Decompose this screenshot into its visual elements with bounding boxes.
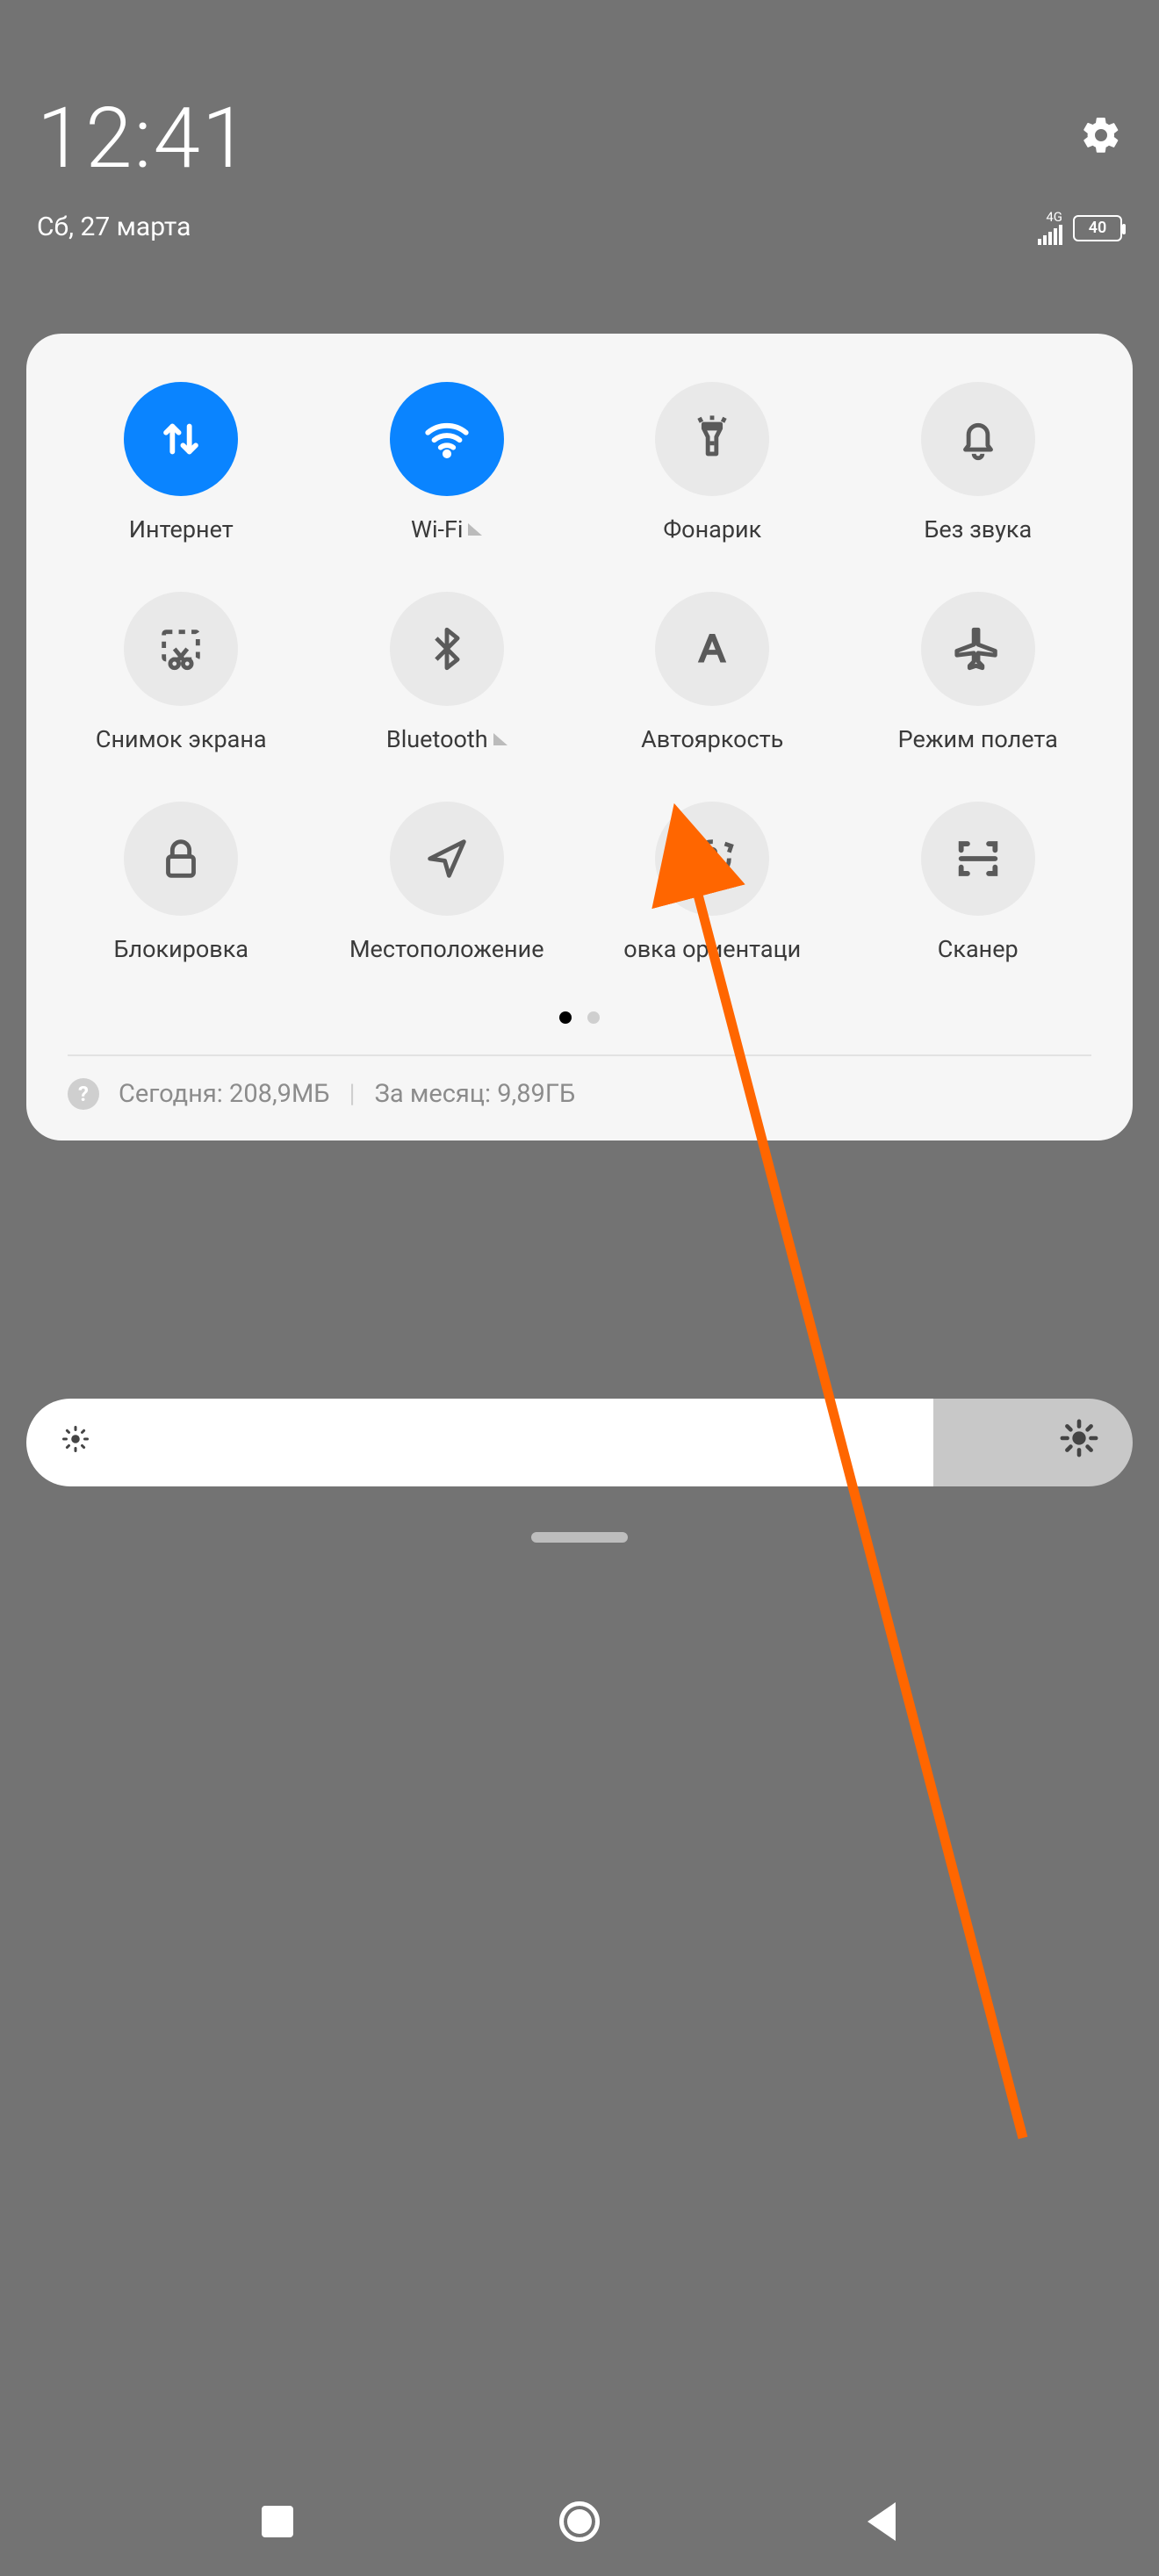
tile-screenshot[interactable]: Снимок экрана xyxy=(48,592,314,753)
signal-icon xyxy=(1038,225,1062,245)
bell-icon xyxy=(921,382,1035,496)
question-icon: ? xyxy=(68,1078,99,1110)
tile-label: овка ориентаци xyxy=(620,935,804,963)
back-button[interactable] xyxy=(857,2497,905,2545)
tile-label: Автояркость xyxy=(637,725,787,753)
tile-bluetooth[interactable]: Bluetooth xyxy=(314,592,580,753)
tile-flashlight[interactable]: Фонарик xyxy=(580,382,846,543)
status-icons: 4G 40 xyxy=(1038,211,1122,245)
clock-date: Сб, 27 марта xyxy=(37,212,1122,242)
page-dot[interactable] xyxy=(559,1011,572,1024)
wifi-icon xyxy=(390,382,504,496)
clock-time: 12:41 xyxy=(37,97,1122,181)
tile-label: Режим полета xyxy=(895,725,1062,753)
letter-a-icon: A xyxy=(655,592,769,706)
gear-icon xyxy=(1080,114,1122,156)
chevron-icon xyxy=(468,523,482,536)
page-indicator xyxy=(48,1011,1111,1024)
tile-label: Интернет xyxy=(126,515,237,543)
data-usage-row[interactable]: ? Сегодня: 208,9МБ | За месяц: 9,89ГБ xyxy=(48,1078,1111,1110)
brightness-low-icon xyxy=(60,1423,91,1463)
tile-label: Снимок экрана xyxy=(92,725,270,753)
tile-label: Wi-Fi xyxy=(407,515,486,543)
flashlight-icon xyxy=(655,382,769,496)
quick-settings-panel: Интернет Wi-Fi Фонарик Без звука Снимок экра… xyxy=(26,334,1133,1140)
tile-lock[interactable]: Блокировка xyxy=(48,802,314,963)
scissors-icon xyxy=(124,592,238,706)
lock-icon xyxy=(124,802,238,916)
tile-location[interactable]: Местоположение xyxy=(314,802,580,963)
usage-today: Сегодня: 208,9МБ xyxy=(119,1079,330,1109)
tile-label: Местоположение xyxy=(346,935,548,963)
network-type: 4G xyxy=(1046,211,1062,223)
tile-label: Сканер xyxy=(934,935,1022,963)
tile-airplane[interactable]: Режим полета xyxy=(846,592,1112,753)
chevron-icon xyxy=(493,733,508,745)
brightness-slider[interactable] xyxy=(26,1399,1133,1486)
battery-icon: 40 xyxy=(1073,215,1122,241)
data-arrows-icon xyxy=(124,382,238,496)
drag-handle[interactable] xyxy=(531,1532,628,1543)
tile-internet[interactable]: Интернет xyxy=(48,382,314,543)
tile-mute[interactable]: Без звука xyxy=(846,382,1112,543)
airplane-icon xyxy=(921,592,1035,706)
divider xyxy=(68,1054,1091,1056)
bluetooth-icon xyxy=(390,592,504,706)
home-button[interactable] xyxy=(556,2497,604,2545)
tile-label: Bluetooth xyxy=(383,725,511,753)
scan-icon xyxy=(921,802,1035,916)
tile-label: Блокировка xyxy=(111,935,252,963)
settings-button[interactable] xyxy=(1080,114,1122,156)
rotation-lock-icon xyxy=(655,802,769,916)
tile-scanner[interactable]: Сканер xyxy=(846,802,1112,963)
page-dot[interactable] xyxy=(587,1011,600,1024)
tile-label: Фонарик xyxy=(659,515,765,543)
tile-wifi[interactable]: Wi-Fi xyxy=(314,382,580,543)
tile-label: Без звука xyxy=(920,515,1035,543)
nav-arrow-icon xyxy=(390,802,504,916)
tile-autobright[interactable]: A Автояркость xyxy=(580,592,846,753)
brightness-high-icon xyxy=(1059,1418,1099,1468)
tile-rotation[interactable]: овка ориентаци xyxy=(580,802,846,963)
navigation-bar xyxy=(0,2497,1159,2545)
svg-text:A: A xyxy=(700,629,725,671)
recents-button[interactable] xyxy=(254,2497,302,2545)
usage-month: За месяц: 9,89ГБ xyxy=(375,1079,576,1109)
